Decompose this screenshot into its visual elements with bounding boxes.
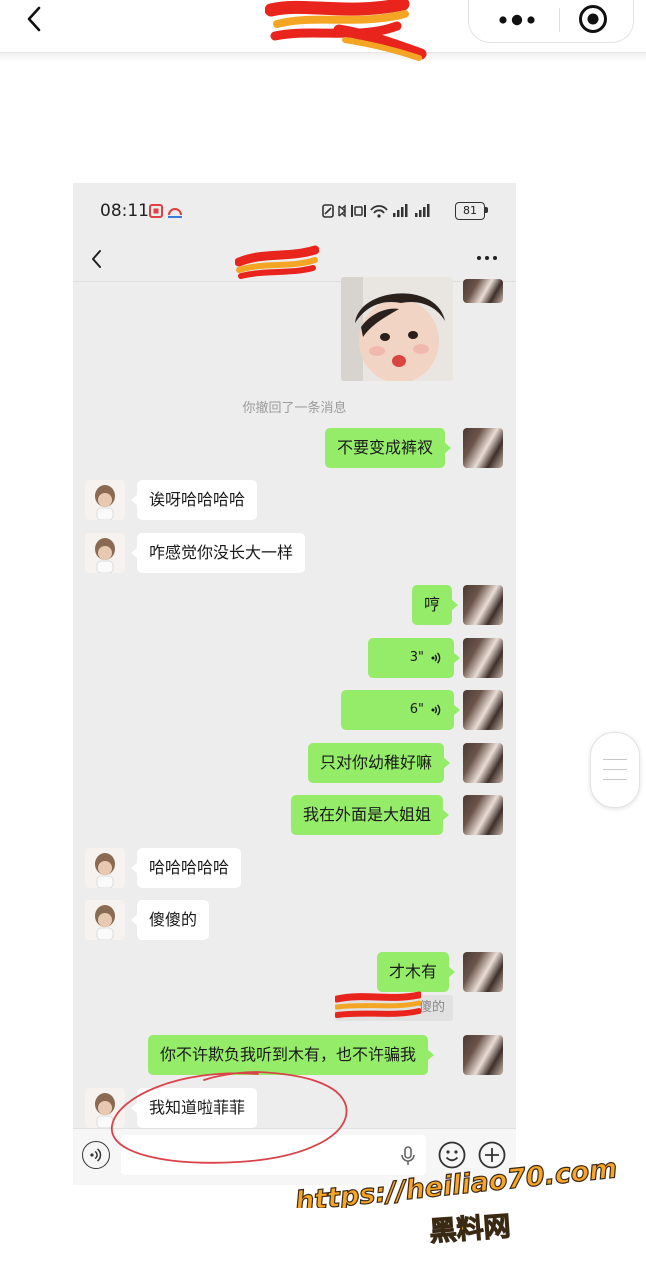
- chat-back-icon[interactable]: [85, 245, 109, 273]
- message-bubble-sent[interactable]: 哼: [412, 585, 459, 625]
- status-bar: 08:11 81: [73, 183, 516, 239]
- watermark-url-text: https://heiliao70.com: [296, 1153, 616, 1208]
- status-signal-icons: [322, 204, 430, 218]
- chat-screenshot: 08:11 81 你撤回了一条消息 不要变成裤衩 诶呀哈哈哈哈 咋感觉你没长大一…: [73, 183, 516, 1185]
- chat-more-icon[interactable]: [475, 251, 499, 265]
- watermark-name: 黑料网: [428, 1211, 512, 1249]
- my-avatar[interactable]: [463, 690, 503, 730]
- status-app-icons: [149, 204, 182, 218]
- photo-message[interactable]: [341, 277, 453, 381]
- message-bubble-sent[interactable]: 我在外面是大姐姐: [291, 795, 450, 835]
- message-bubble-received[interactable]: 哈哈哈哈哈: [130, 848, 242, 888]
- voice-wave-icon: [431, 652, 441, 663]
- handle-line: [603, 779, 627, 780]
- handle-line: [603, 759, 627, 760]
- my-avatar[interactable]: [463, 795, 503, 835]
- message-bubble-received[interactable]: 咋感觉你没长大一样: [130, 533, 306, 573]
- my-avatar[interactable]: [463, 428, 503, 468]
- redaction-scribble: [265, 0, 427, 61]
- message-bubble-sent[interactable]: 只对你幼稚好嘛: [308, 743, 451, 783]
- handle-line: [603, 769, 627, 770]
- my-avatar[interactable]: [463, 638, 503, 678]
- watermark-url: https://heiliao70.com: [296, 1153, 616, 1208]
- voice-duration: 3": [409, 650, 424, 665]
- quote-redaction-scribble: [335, 991, 421, 1018]
- child-photo-image: [341, 277, 453, 381]
- status-time: 08:11: [100, 201, 149, 221]
- contact-avatar[interactable]: [85, 848, 125, 888]
- more-dots-icon[interactable]: [495, 8, 539, 32]
- target-circle-icon[interactable]: [577, 3, 609, 35]
- my-avatar[interactable]: [463, 1035, 503, 1075]
- battery-tip: [485, 207, 488, 213]
- title-redaction-scribble: [235, 245, 319, 279]
- voice-input-icon[interactable]: [82, 1141, 110, 1169]
- message-bubble-received[interactable]: 傻傻的: [130, 900, 210, 940]
- contact-avatar[interactable]: [85, 900, 125, 940]
- capsule-divider: [559, 8, 560, 32]
- watermark: https://heiliao70.com 黑料网: [296, 1144, 616, 1250]
- my-avatar[interactable]: [463, 952, 503, 992]
- chat-nav-bar: [73, 239, 516, 282]
- voice-duration: 6": [409, 702, 424, 717]
- my-avatar[interactable]: [463, 743, 503, 783]
- mini-program-capsule: [468, 0, 634, 43]
- watermark-name-text: 黑料网: [429, 1211, 512, 1248]
- voice-wave-icon: [431, 704, 441, 715]
- message-bubble-received[interactable]: 诶呀哈哈哈哈: [130, 480, 258, 520]
- recall-notice: 你撤回了一条消息: [242, 401, 347, 416]
- contact-avatar[interactable]: [85, 533, 125, 573]
- message-bubble-sent[interactable]: 才木有: [377, 952, 456, 992]
- contact-avatar[interactable]: [85, 480, 125, 520]
- my-avatar[interactable]: [463, 585, 503, 625]
- battery-indicator: 81: [455, 202, 485, 220]
- message-bubble-sent[interactable]: 不要变成裤衩: [325, 428, 452, 468]
- my-avatar[interactable]: [463, 279, 503, 303]
- voice-message-bubble[interactable]: 6": [341, 690, 460, 730]
- voice-message-bubble[interactable]: 3": [368, 638, 460, 678]
- back-arrow-icon[interactable]: [18, 2, 54, 38]
- floating-side-handle[interactable]: [590, 732, 640, 808]
